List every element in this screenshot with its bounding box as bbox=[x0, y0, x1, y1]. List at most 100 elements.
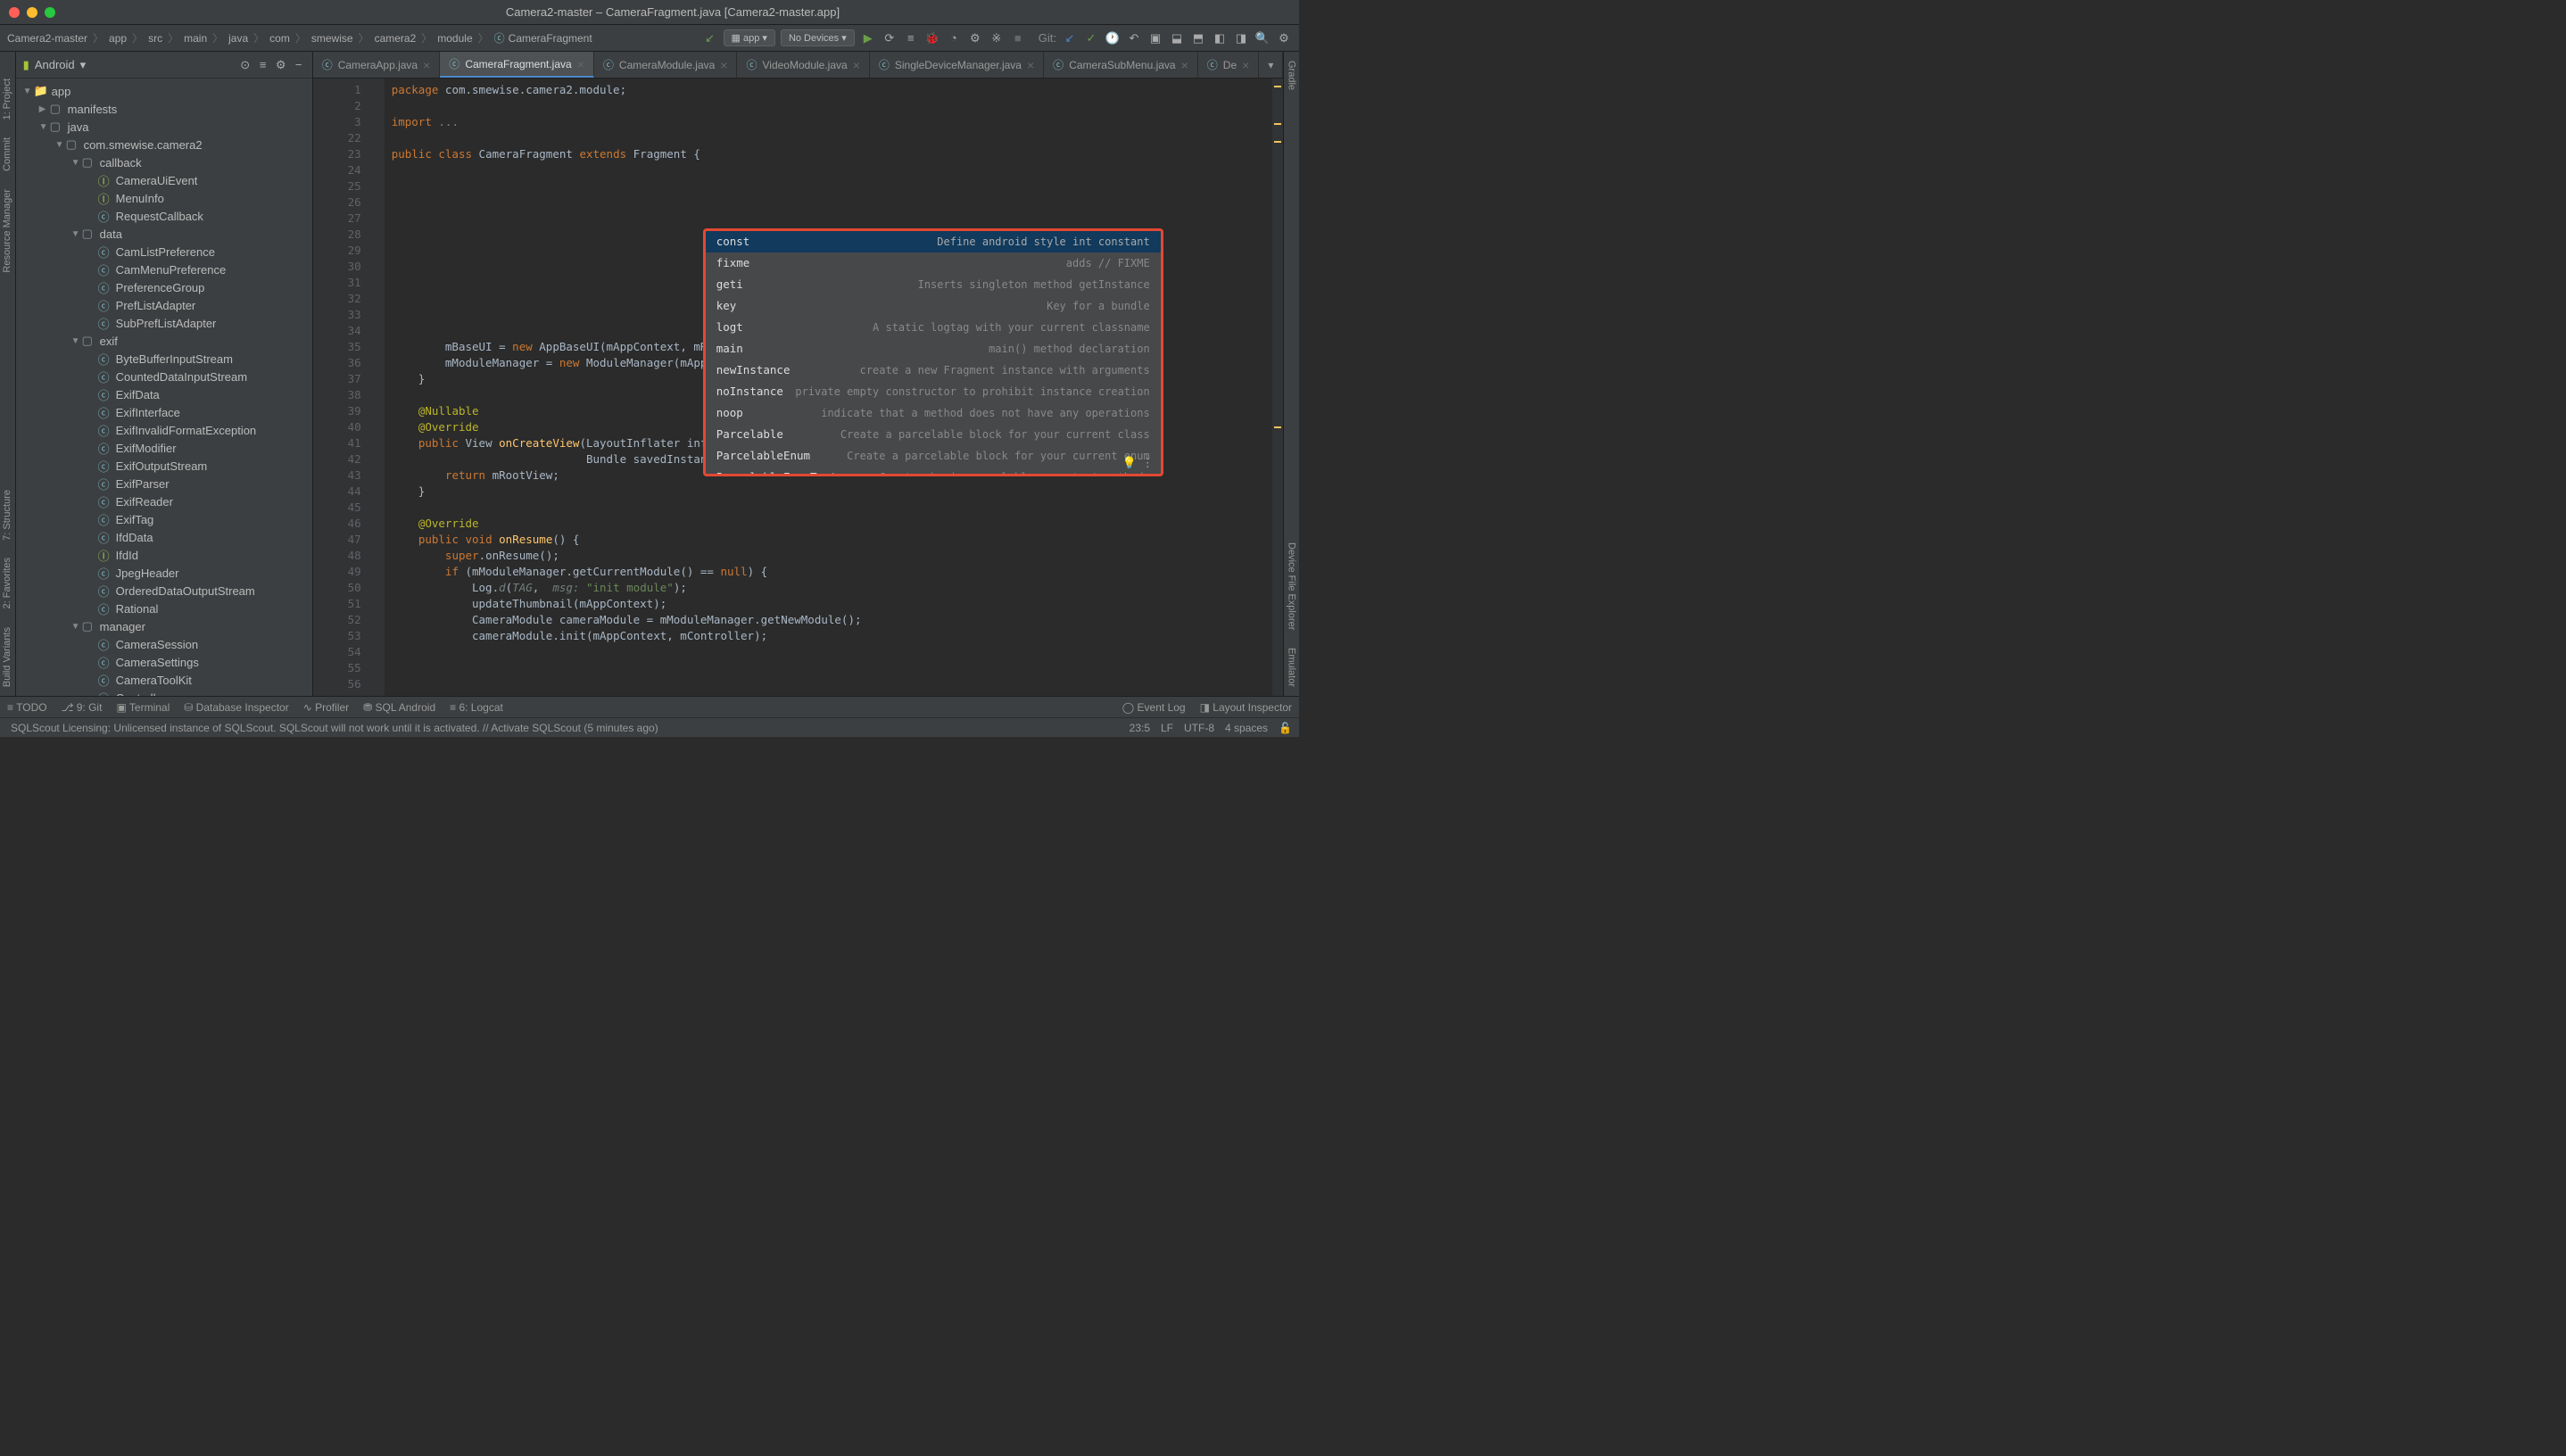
tree-node[interactable]: ▼▢exif bbox=[16, 332, 312, 350]
tabs-more[interactable]: ▾ bbox=[1259, 52, 1283, 78]
sidebar-tab-project[interactable]: 1: Project bbox=[0, 70, 14, 128]
tree-node[interactable]: ⓒOrderedDataOutputStream bbox=[16, 582, 312, 600]
project-tree[interactable]: ▼📁 app ▶▢manifests▼▢java▼▢com.smewise.ca… bbox=[16, 79, 312, 696]
bottom-tab-event-log[interactable]: ◯ Event Log bbox=[1122, 701, 1186, 714]
breadcrumb-item[interactable]: main bbox=[184, 32, 207, 45]
completion-item[interactable]: constDefine android style int constant bbox=[706, 231, 1161, 252]
tree-node[interactable]: ⓒExifInterface bbox=[16, 403, 312, 421]
layout-inspector-icon[interactable]: ◨ bbox=[1233, 30, 1249, 46]
expand-icon[interactable]: ≡ bbox=[257, 59, 269, 71]
device-selector[interactable]: No Devices ▾ bbox=[781, 29, 855, 46]
tree-node[interactable]: ⓒSubPrefListAdapter bbox=[16, 314, 312, 332]
tree-node[interactable]: ⓒCountedDataInputStream bbox=[16, 368, 312, 385]
tree-node[interactable]: ▼▢com.smewise.camera2 bbox=[16, 136, 312, 153]
bottom-tab-terminal[interactable]: ▣ Terminal bbox=[116, 701, 170, 714]
breadcrumb-item[interactable]: src bbox=[148, 32, 162, 45]
breadcrumb-item[interactable]: module bbox=[437, 32, 472, 45]
breadcrumb[interactable]: Camera2-master〉 app〉 src〉 main〉 java〉 co… bbox=[7, 30, 699, 46]
run-config-selector[interactable]: ▦ app ▾ bbox=[724, 29, 775, 46]
editor-tab[interactable]: ⓒCameraSubMenu.java× bbox=[1044, 52, 1198, 78]
tree-node[interactable]: ⓒExifTag bbox=[16, 510, 312, 528]
tree-node[interactable]: ▼▢callback bbox=[16, 153, 312, 171]
editor-tab[interactable]: ⓒSingleDeviceManager.java× bbox=[870, 52, 1044, 78]
bulb-icon[interactable]: 💡 bbox=[1122, 456, 1137, 470]
tab-close-icon[interactable]: × bbox=[577, 57, 584, 71]
completion-item[interactable]: fixmeadds // FIXME bbox=[706, 252, 1161, 274]
sidebar-tab-emulator[interactable]: Emulator bbox=[1285, 639, 1299, 696]
tree-node[interactable]: ⓒJpegHeader bbox=[16, 564, 312, 582]
tree-node[interactable]: ⒾMenuInfo bbox=[16, 189, 312, 207]
tree-node[interactable]: ▼▢java bbox=[16, 118, 312, 136]
window-maximize-button[interactable] bbox=[45, 7, 55, 18]
select-opened-icon[interactable]: ⊙ bbox=[239, 59, 252, 71]
completion-popup[interactable]: constDefine android style int constantfi… bbox=[703, 228, 1163, 476]
completion-item[interactable]: logtA static logtag with your current cl… bbox=[706, 317, 1161, 338]
tree-node[interactable]: ⓒRational bbox=[16, 600, 312, 617]
sidebar-tab-structure[interactable]: 7: Structure bbox=[0, 481, 14, 550]
window-minimize-button[interactable] bbox=[27, 7, 37, 18]
status-indent[interactable]: 4 spaces bbox=[1225, 722, 1268, 734]
breadcrumb-item[interactable]: com bbox=[269, 32, 290, 45]
editor-tab[interactable]: ⓒCameraModule.java× bbox=[594, 52, 738, 78]
breadcrumb-item[interactable]: camera2 bbox=[375, 32, 417, 45]
editor-tab[interactable]: ⓒCameraFragment.java× bbox=[440, 52, 594, 78]
tree-node[interactable]: ⓒExifInvalidFormatException bbox=[16, 421, 312, 439]
git-update-icon[interactable]: ↙ bbox=[1062, 30, 1078, 46]
sidebar-tab-gradle[interactable]: Gradle bbox=[1285, 52, 1299, 99]
tree-node[interactable]: ▼▢manager bbox=[16, 617, 312, 635]
bottom-tab-layout-inspector[interactable]: ◨ Layout Inspector bbox=[1200, 701, 1292, 714]
search-icon[interactable]: 🔍 bbox=[1254, 30, 1271, 46]
git-commit-icon[interactable]: ✓ bbox=[1083, 30, 1099, 46]
bottom-tab-git[interactable]: ⎇ 9: Git bbox=[62, 701, 103, 714]
tree-node[interactable]: ⓒCameraToolKit bbox=[16, 671, 312, 689]
tree-node[interactable]: ⓒRequestCallback bbox=[16, 207, 312, 225]
tree-node[interactable]: ⓒIfdData bbox=[16, 528, 312, 546]
completion-item[interactable]: ParcelableCreate a parcelable block for … bbox=[706, 424, 1161, 445]
hide-icon[interactable]: − bbox=[293, 59, 305, 71]
tree-node[interactable]: ⓒExifOutputStream bbox=[16, 457, 312, 475]
completion-item[interactable]: mainmain() method declaration bbox=[706, 338, 1161, 360]
completion-item[interactable]: keyKey for a bundle bbox=[706, 295, 1161, 317]
profiler-icon[interactable]: ◔ bbox=[946, 30, 962, 46]
tree-node[interactable]: ⓒCamMenuPreference bbox=[16, 261, 312, 278]
tab-close-icon[interactable]: × bbox=[1027, 58, 1034, 72]
error-stripe[interactable] bbox=[1272, 79, 1283, 696]
completion-item[interactable]: noInstanceprivate empty constructor to p… bbox=[706, 381, 1161, 402]
git-history-icon[interactable]: 🕐 bbox=[1105, 30, 1121, 46]
apply-code-icon[interactable]: ≡ bbox=[903, 30, 919, 46]
git-revert-icon[interactable]: ↶ bbox=[1126, 30, 1142, 46]
tab-close-icon[interactable]: × bbox=[1242, 58, 1249, 72]
editor-tab[interactable]: ⓒCameraApp.java× bbox=[313, 52, 441, 78]
breadcrumb-item[interactable]: smewise bbox=[311, 32, 353, 45]
completion-item[interactable]: noopindicate that a method does not have… bbox=[706, 402, 1161, 424]
breadcrumb-item[interactable]: java bbox=[228, 32, 248, 45]
debug-icon[interactable]: 🐞 bbox=[924, 30, 940, 46]
sidebar-tab-favorites[interactable]: 2: Favorites bbox=[0, 549, 14, 617]
tree-node[interactable]: ⓒExifReader bbox=[16, 492, 312, 510]
tree-node[interactable]: ⓒByteBufferInputStream bbox=[16, 350, 312, 368]
avd-icon[interactable]: ▣ bbox=[1147, 30, 1163, 46]
more-icon[interactable]: ※ bbox=[989, 30, 1005, 46]
tree-root[interactable]: ▼📁 app bbox=[16, 82, 312, 100]
breadcrumb-file-label[interactable]: CameraFragment bbox=[509, 32, 592, 45]
resource-icon[interactable]: ⬒ bbox=[1190, 30, 1206, 46]
tab-close-icon[interactable]: × bbox=[423, 58, 430, 72]
tree-node[interactable]: ⓒPrefListAdapter bbox=[16, 296, 312, 314]
tree-node[interactable]: ▼▢data bbox=[16, 225, 312, 243]
tree-node[interactable]: ⓒCameraSettings bbox=[16, 653, 312, 671]
apply-changes-icon[interactable]: ⟳ bbox=[882, 30, 898, 46]
tree-node[interactable]: ⒾIfdId bbox=[16, 546, 312, 564]
sidebar-tab-resource-manager[interactable]: Resource Manager bbox=[0, 180, 14, 282]
more-icon[interactable]: ⋮ bbox=[1142, 456, 1154, 470]
tree-node[interactable]: ⓒExifModifier bbox=[16, 439, 312, 457]
completion-item[interactable]: ParcelableEnumTestCreates basic parcelab… bbox=[706, 467, 1161, 476]
bottom-tab-sql[interactable]: ⛃ SQL Android bbox=[363, 701, 435, 714]
sdk-icon[interactable]: ⬓ bbox=[1169, 30, 1185, 46]
status-encoding[interactable]: UTF-8 bbox=[1184, 722, 1214, 734]
bottom-tab-logcat[interactable]: ≡ 6: Logcat bbox=[450, 701, 503, 714]
sidebar-tab-commit[interactable]: Commit bbox=[0, 128, 14, 180]
tree-node[interactable]: ⒾCameraUiEvent bbox=[16, 171, 312, 189]
status-message[interactable]: SQLScout Licensing: Unlicensed instance … bbox=[11, 722, 658, 734]
layout-icon[interactable]: ◧ bbox=[1212, 30, 1228, 46]
tree-node[interactable]: ⓒCamListPreference bbox=[16, 243, 312, 261]
